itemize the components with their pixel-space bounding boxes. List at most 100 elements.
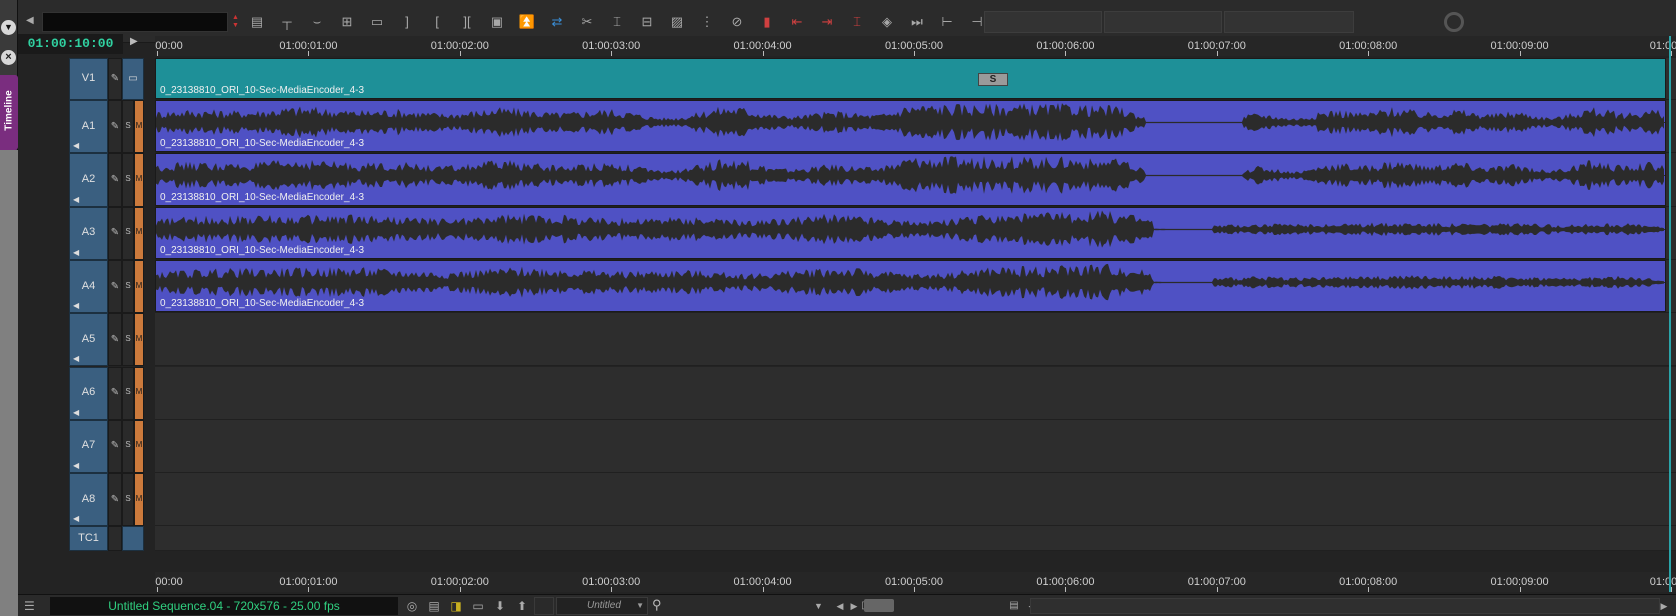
display-up-down-icon[interactable]: ▲ ▼ [232,14,242,30]
collapse-arrow-icon[interactable]: ◀ [26,15,38,29]
track-lane[interactable]: S 0_23138810_ORI_10-Sec-MediaEncoder_4-3 [155,58,1676,100]
play-arrow-icon[interactable]: ▶ [130,36,144,52]
clear-marks-icon[interactable]: ▣ [484,10,510,34]
lift-icon[interactable]: ┬ [274,10,300,34]
mute-button[interactable]: M [134,473,144,527]
segment-mode-icon[interactable]: ⊟ [634,10,660,34]
clip-segment[interactable]: 0_23138810_ORI_10-Sec-MediaEncoder_4-3 [155,259,1666,313]
snap-marker[interactable]: S [978,73,1008,86]
track-lane[interactable]: 0_23138810_ORI_10-Sec-MediaEncoder_4-3 [155,206,1676,260]
mute-button[interactable]: M [134,100,144,154]
record-circle-icon[interactable] [1444,12,1464,32]
track-selector-a7[interactable]: A7 ◀ [69,419,108,474]
toolbar-empty-slot[interactable] [1104,11,1222,33]
playhead[interactable] [1669,36,1671,592]
lock-toggle[interactable]: ✎ [108,100,122,154]
clip-segment[interactable]: 0_23138810_ORI_10-Sec-MediaEncoder_4-3 [155,153,1666,206]
track-lane[interactable]: 0_23138810_ORI_10-Sec-MediaEncoder_4-3 [155,100,1676,154]
speaker-icon[interactable]: ◀ [73,514,79,523]
fit-icon[interactable]: ▤ [1004,597,1024,615]
trim-left-icon[interactable]: ⊢ [934,10,960,34]
horizontal-scrollbar[interactable] [1030,598,1660,614]
lock-toggle[interactable]: ✎ [108,58,122,100]
search-dropdown-icon[interactable]: ▼ [814,597,826,615]
solo-button[interactable]: S [122,153,134,207]
track-lane[interactable]: 0_23138810_ORI_10-Sec-MediaEncoder_4-3 [155,153,1676,207]
search-input[interactable] [672,597,822,615]
panel-menu-icon[interactable]: ▼ [1,20,16,35]
lock-toggle[interactable] [108,526,122,552]
track-lane[interactable] [155,366,1676,420]
arrow-up-icon[interactable]: ⬆ [512,597,532,615]
track-selector-a5[interactable]: A5 ◀ [69,313,108,367]
mark-clip-icon[interactable]: ][ [454,10,480,34]
track-selector-a4[interactable]: A4 ◀ [69,259,108,314]
mute-button[interactable]: M [134,259,144,314]
speaker-icon[interactable]: ◀ [73,354,79,363]
color-correction-icon[interactable]: ◨ [446,597,466,615]
track-selector-tc1[interactable]: TC1 [69,526,108,552]
solo-button[interactable]: S [122,473,134,527]
record-mark-icon[interactable]: ▮ [754,10,780,34]
speaker-icon[interactable]: ◀ [73,141,79,150]
splice-in-icon[interactable]: ⇄ [544,10,570,34]
track-lane[interactable] [155,526,1676,552]
close-icon[interactable]: × [1,50,16,65]
solo-button[interactable]: S [122,100,134,154]
ripple-icon[interactable]: ⊞ [334,10,360,34]
mute-button[interactable]: M [134,366,144,420]
fast-menu-icon[interactable]: ☰ [24,599,40,613]
mark-in-icon[interactable]: [ [424,10,450,34]
track-selector-a1[interactable]: A1 ◀ [69,100,108,154]
bin-select[interactable]: Untitled ▼ [556,597,648,615]
lock-toggle[interactable]: ✎ [108,419,122,474]
settings-circle-icon[interactable]: ◎ [402,597,422,615]
track-selector-a3[interactable]: A3 ◀ [69,206,108,260]
mute-button[interactable]: M [134,206,144,260]
speaker-icon[interactable]: ◀ [73,408,79,417]
track-menu-icon[interactable]: ▤ [244,10,270,34]
audio-scrub-icon[interactable]: ◈ [874,10,900,34]
lock-toggle[interactable]: ✎ [108,366,122,420]
track-lane[interactable] [155,473,1676,527]
go-to-out-icon[interactable]: ⇥ [814,10,840,34]
track-selector-a6[interactable]: A6 ◀ [69,366,108,420]
lock-toggle[interactable]: ✎ [108,153,122,207]
track-selector-a2[interactable]: A2 ◀ [69,153,108,207]
overwrite-icon[interactable]: ▭ [364,10,390,34]
solo-button[interactable]: S [122,259,134,314]
video-monitor-toggle[interactable]: ▭ [122,58,144,100]
play-to-end-icon[interactable]: ⏭ [904,10,930,34]
toolbar-empty-slot[interactable] [1224,11,1354,33]
lock-toggle[interactable]: ✎ [108,259,122,314]
track-lane[interactable] [155,313,1676,367]
scroll-bar-right-icon[interactable]: ▶ [1654,597,1674,615]
solo-button[interactable]: S [122,366,134,420]
speaker-icon[interactable]: ◀ [73,461,79,470]
extract-icon[interactable]: ⌣ [304,10,330,34]
mute-button[interactable]: M [134,419,144,474]
track-view-icon[interactable]: ▤ [424,597,444,615]
zoom-slider[interactable] [864,599,894,612]
lock-toggle[interactable]: ✎ [108,473,122,527]
solo-button[interactable]: S [122,419,134,474]
clip-segment[interactable]: 0_23138810_ORI_10-Sec-MediaEncoder_4-3 [155,100,1666,153]
go-to-in-icon[interactable]: ⇤ [784,10,810,34]
timecode-ruler-bottom[interactable]: 00:00 01:00:01:00 01:00:02:00 01:00:03:00 01… [155,572,1676,592]
speaker-icon[interactable]: ◀ [73,195,79,204]
timecode-monitor-toggle[interactable] [122,526,144,552]
search-icon[interactable]: ⚲ [652,597,668,615]
solo-button[interactable]: S [122,206,134,260]
disable-icon[interactable]: ⊘ [724,10,750,34]
track-lane[interactable] [155,419,1676,474]
monitor-icon[interactable]: ▭ [468,597,488,615]
arrow-down-icon[interactable]: ⬇ [490,597,510,615]
current-timecode[interactable]: 01:00:10:00 [18,34,123,54]
sync-icon[interactable]: ⋮ [694,10,720,34]
speaker-icon[interactable]: ◀ [73,248,79,257]
mark-out-icon[interactable]: ] [394,10,420,34]
mute-button[interactable]: M [134,313,144,367]
solo-button[interactable]: S [122,313,134,367]
track-selector-a8[interactable]: A8 ◀ [69,473,108,527]
mark-range-icon[interactable]: ⌶ [844,10,870,34]
